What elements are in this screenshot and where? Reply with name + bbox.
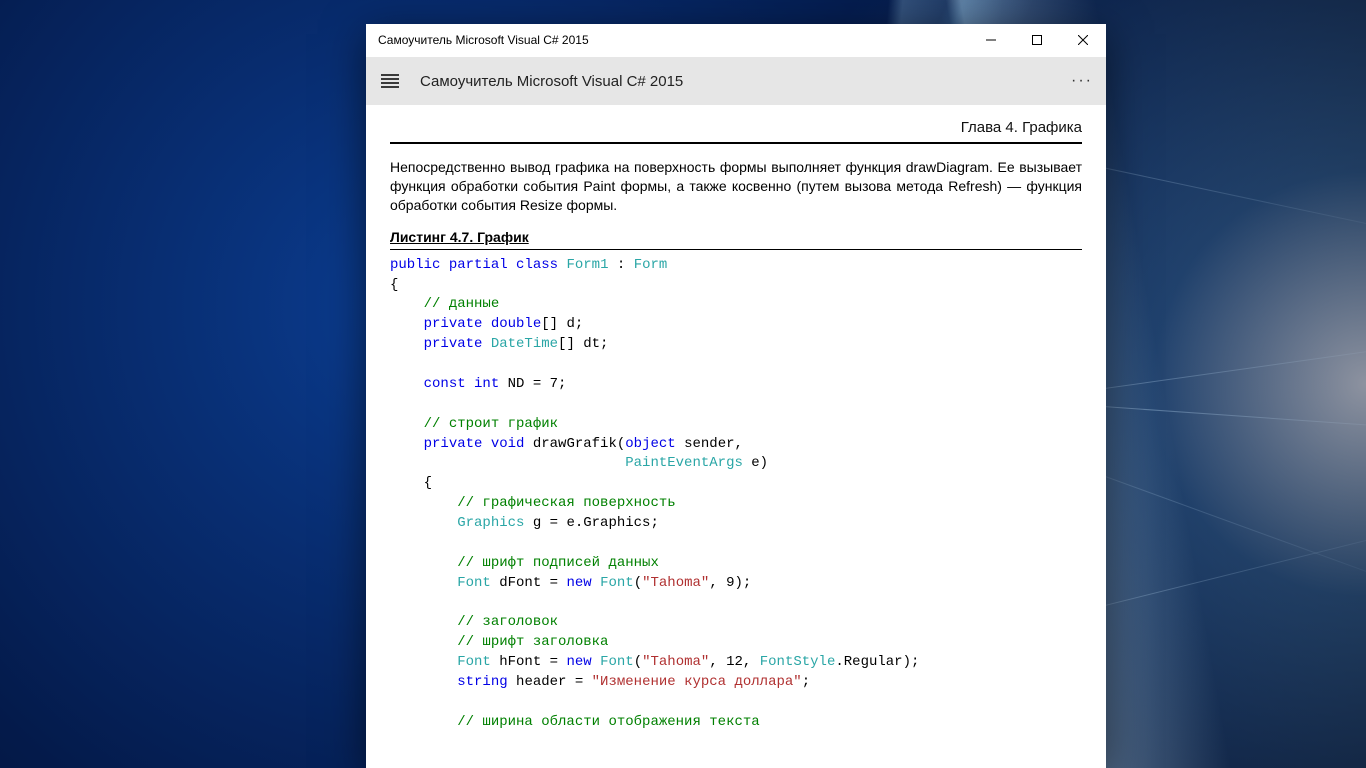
menu-button[interactable] [366,57,414,105]
code-listing: public partial class Form1 : Form { // д… [390,256,1082,733]
toolbar-title: Самоучитель Microsoft Visual C# 2015 [414,73,1058,90]
app-window: Самоучитель Microsoft Visual C# 2015 [366,24,1106,768]
intro-paragraph: Непосредственно вывод графика на поверхн… [390,158,1082,215]
desktop-wallpaper: Самоучитель Microsoft Visual C# 2015 [0,0,1366,768]
maximize-button[interactable] [1014,24,1060,56]
app-toolbar: Самоучитель Microsoft Visual C# 2015 ··· [366,57,1106,105]
more-icon: ··· [1071,72,1093,90]
minimize-button[interactable] [968,24,1014,56]
chapter-heading: Глава 4. Графика [390,119,1082,142]
window-title: Самоучитель Microsoft Visual C# 2015 [366,33,968,47]
window-titlebar[interactable]: Самоучитель Microsoft Visual C# 2015 [366,24,1106,57]
close-button[interactable] [1060,24,1106,56]
listing-title: Листинг 4.7. График [390,229,1082,250]
menu-icon [381,74,399,88]
more-button[interactable]: ··· [1058,57,1106,105]
chapter-divider [390,142,1082,144]
document-content[interactable]: Глава 4. Графика Непосредственно вывод г… [366,105,1106,768]
